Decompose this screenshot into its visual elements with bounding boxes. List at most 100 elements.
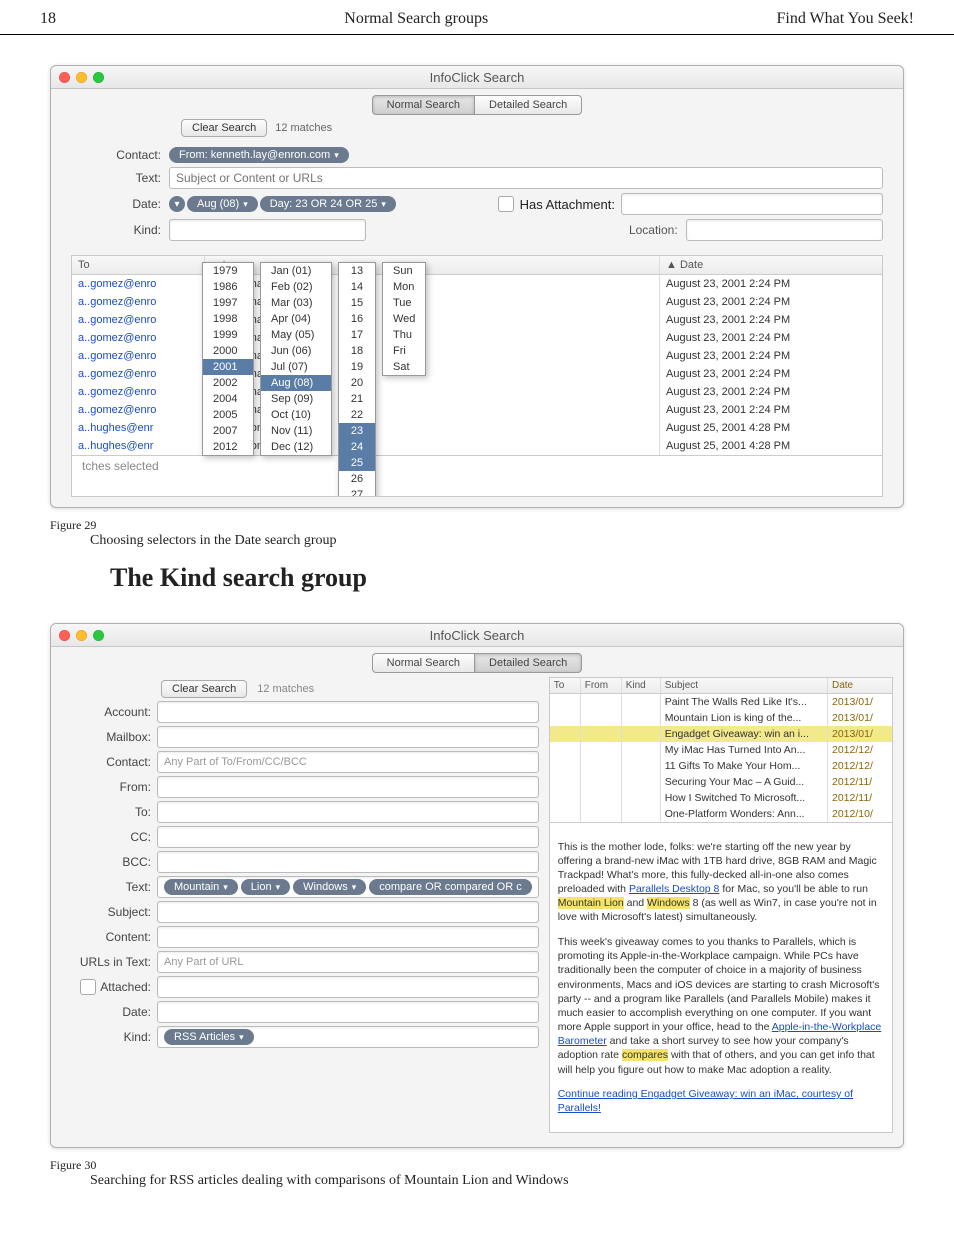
month-list[interactable]: Jan (01)Feb (02)Mar (03)Apr (04)May (05)… <box>260 262 332 456</box>
list-item[interactable]: Jan (01) <box>261 263 331 279</box>
minimize-icon[interactable] <box>76 630 87 641</box>
list-item[interactable]: Nov (11) <box>261 423 331 439</box>
minimize-icon[interactable] <box>76 72 87 83</box>
list-item[interactable]: 16 <box>339 311 375 327</box>
list-item[interactable]: Sat <box>383 359 425 375</box>
list-item[interactable]: 19 <box>339 359 375 375</box>
list-item[interactable]: Jun (06) <box>261 343 331 359</box>
table-row[interactable]: a..gomez@enroociate/Analyst ProgramAugus… <box>72 383 882 401</box>
kind-field[interactable]: RSS Articles <box>157 1026 539 1048</box>
list-item[interactable]: 1998 <box>203 311 253 327</box>
list-item[interactable]: 22 <box>339 407 375 423</box>
from-field[interactable] <box>157 776 539 798</box>
list-item[interactable]: Sep (09) <box>261 391 331 407</box>
text-search-input[interactable] <box>169 167 883 189</box>
text-token-mountain[interactable]: Mountain <box>164 879 238 895</box>
date-menu-icon[interactable]: ▾ <box>169 196 185 212</box>
kind-token-rss[interactable]: RSS Articles <box>164 1029 254 1045</box>
list-item[interactable]: 24 <box>339 439 375 455</box>
list-item[interactable]: Wed <box>383 311 425 327</box>
list-item[interactable]: May (05) <box>261 327 331 343</box>
text-field[interactable]: Mountain Lion Windows compare OR compare… <box>157 876 539 898</box>
table-row[interactable]: Securing Your Mac – A Guid...2012/11/ <box>550 774 892 790</box>
col-date[interactable]: Date <box>828 678 892 693</box>
list-item[interactable]: 1997 <box>203 295 253 311</box>
table-row[interactable]: a..gomez@enroociate/Analyst ProgramAugus… <box>72 401 882 419</box>
table-row[interactable]: a..gomez@enroociate/Analyst ProgramAugus… <box>72 275 882 293</box>
list-item[interactable]: Apr (04) <box>261 311 331 327</box>
list-item[interactable]: Mar (03) <box>261 295 331 311</box>
list-item[interactable]: Oct (10) <box>261 407 331 423</box>
attached-checkbox[interactable] <box>80 979 96 995</box>
text-token-lion[interactable]: Lion <box>241 879 290 895</box>
subject-field[interactable] <box>157 901 539 923</box>
list-item[interactable]: 2000 <box>203 343 253 359</box>
list-item[interactable]: Sun <box>383 263 425 279</box>
table-row[interactable]: a..gomez@enroociate/Analyst ProgramAugus… <box>72 347 882 365</box>
zoom-icon[interactable] <box>93 630 104 641</box>
list-item[interactable]: 2007 <box>203 423 253 439</box>
location-field[interactable] <box>686 219 883 241</box>
contact-token[interactable]: From: kenneth.lay@enron.com <box>169 147 349 163</box>
table-row[interactable]: Mountain Lion is king of the...2013/01/ <box>550 710 892 726</box>
list-item[interactable]: 26 <box>339 471 375 487</box>
close-icon[interactable] <box>59 72 70 83</box>
text-token-compare[interactable]: compare OR compared OR c <box>369 879 531 895</box>
list-item[interactable]: 23 <box>339 423 375 439</box>
list-item[interactable]: 1979 <box>203 263 253 279</box>
titlebar[interactable]: InfoClick Search <box>51 66 903 89</box>
col-to[interactable]: To <box>550 678 581 693</box>
table-row[interactable]: a..gomez@enroociate/Analyst ProgramAugus… <box>72 293 882 311</box>
contact-field[interactable]: Any Part of To/From/CC/BCC <box>157 751 539 773</box>
col-to[interactable]: To <box>72 256 205 274</box>
list-item[interactable]: 14 <box>339 279 375 295</box>
table-row[interactable]: How I Switched To Microsoft...2012/11/ <box>550 790 892 806</box>
tab-detailed-search[interactable]: Detailed Search <box>474 95 582 115</box>
clear-search-button[interactable]: Clear Search <box>181 119 267 137</box>
list-item[interactable]: Mon <box>383 279 425 295</box>
table-row[interactable]: Paint The Walls Red Like It's...2013/01/ <box>550 694 892 710</box>
year-list[interactable]: 1979198619971998199920002001200220042005… <box>202 262 254 456</box>
link-continue-reading[interactable]: Continue reading Engadget Giveaway: win … <box>558 1088 853 1114</box>
date-day-pill[interactable]: Day: 23 OR 24 OR 25 <box>260 196 396 212</box>
attachment-field[interactable] <box>621 193 883 215</box>
list-item[interactable]: 2004 <box>203 391 253 407</box>
date-field[interactable] <box>157 1001 539 1023</box>
table-row[interactable]: a..hughes@enrcutive CommitteeAugust 25, … <box>72 419 882 437</box>
account-field[interactable] <box>157 701 539 723</box>
table-row[interactable]: a..gomez@enroociate/Analyst ProgramAugus… <box>72 329 882 347</box>
list-item[interactable]: Jul (07) <box>261 359 331 375</box>
table-row[interactable]: a..hughes@enrcutive CommitteeAugust 25, … <box>72 437 882 455</box>
list-item[interactable]: Aug (08) <box>261 375 331 391</box>
attached-field[interactable] <box>157 976 539 998</box>
list-item[interactable]: 18 <box>339 343 375 359</box>
list-item[interactable]: 1986 <box>203 279 253 295</box>
col-date[interactable]: ▲ Date <box>660 256 882 274</box>
list-item[interactable]: 15 <box>339 295 375 311</box>
clear-search-button[interactable]: Clear Search <box>161 680 247 698</box>
table-row[interactable]: a..gomez@enroociate/Analyst ProgramAugus… <box>72 365 882 383</box>
col-from[interactable]: From <box>581 678 622 693</box>
col-kind[interactable]: Kind <box>622 678 661 693</box>
table-row[interactable]: One-Platform Wonders: Ann...2012/10/ <box>550 806 892 822</box>
weekday-list[interactable]: SunMonTueWedThuFriSat <box>382 262 426 376</box>
list-item[interactable]: 25 <box>339 455 375 471</box>
to-field[interactable] <box>157 801 539 823</box>
close-icon[interactable] <box>59 630 70 641</box>
list-item[interactable]: 2005 <box>203 407 253 423</box>
list-item[interactable]: Feb (02) <box>261 279 331 295</box>
mailbox-field[interactable] <box>157 726 539 748</box>
list-item[interactable]: Fri <box>383 343 425 359</box>
col-subject[interactable]: Subject <box>661 678 828 693</box>
list-item[interactable]: 2001 <box>203 359 253 375</box>
text-token-windows[interactable]: Windows <box>293 879 366 895</box>
list-item[interactable]: 13 <box>339 263 375 279</box>
list-item[interactable]: 20 <box>339 375 375 391</box>
list-item[interactable]: Dec (12) <box>261 439 331 455</box>
table-row[interactable]: a..gomez@enroociate/Analyst ProgramAugus… <box>72 311 882 329</box>
table-row[interactable]: 11 Gifts To Make Your Hom...2012/12/ <box>550 758 892 774</box>
list-item[interactable]: 2002 <box>203 375 253 391</box>
list-item[interactable]: Thu <box>383 327 425 343</box>
list-item[interactable]: Tue <box>383 295 425 311</box>
list-item[interactable]: 17 <box>339 327 375 343</box>
